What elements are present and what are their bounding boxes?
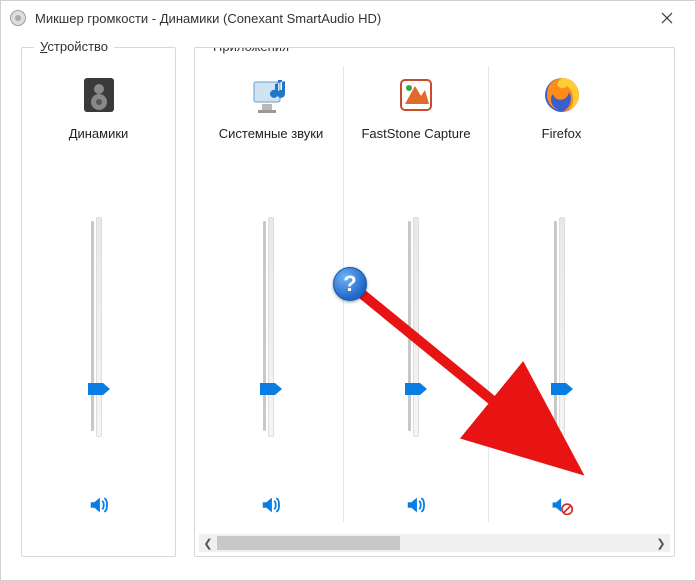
speakers-slider[interactable] (88, 217, 110, 437)
device-group-label: Устройство (34, 39, 114, 54)
scroll-left-arrow[interactable]: ❮ (199, 534, 217, 552)
faststone-mute-button[interactable] (403, 492, 429, 518)
system-sounds-icon[interactable] (250, 74, 292, 116)
firefox-icon[interactable] (541, 74, 583, 116)
device-group: Устройство Динамики (21, 47, 176, 557)
column-faststone: FastStone Capture (344, 66, 489, 522)
titlebar: Микшер громкости - Динамики (Conexant Sm… (1, 1, 695, 35)
firefox-slider[interactable] (551, 217, 573, 437)
column-speakers: Динамики (26, 66, 171, 522)
speakers-icon[interactable] (78, 74, 120, 116)
faststone-slider[interactable] (405, 217, 427, 437)
firefox-mute-button[interactable] (549, 492, 575, 518)
speakers-label[interactable]: Динамики (69, 126, 129, 162)
system-sounds-label[interactable]: Системные звуки (219, 126, 324, 162)
speaker-device-icon (9, 9, 27, 27)
scroll-track[interactable] (217, 534, 652, 552)
window-title: Микшер громкости - Динамики (Conexant Sm… (35, 11, 381, 26)
close-button[interactable] (647, 3, 687, 33)
applications-group: Приложения Системные звуки (194, 47, 675, 557)
content-area: Устройство Динамики (1, 35, 695, 580)
column-system-sounds: Системные звуки (199, 66, 344, 522)
horizontal-scrollbar[interactable]: ❮ ❯ (199, 534, 670, 552)
column-firefox: Firefox (489, 66, 634, 522)
system-sounds-mute-button[interactable] (258, 492, 284, 518)
speakers-mute-button[interactable] (86, 492, 112, 518)
firefox-label[interactable]: Firefox (542, 126, 582, 162)
faststone-label[interactable]: FastStone Capture (361, 126, 470, 162)
volume-mixer-window: Микшер громкости - Динамики (Conexant Sm… (0, 0, 696, 581)
scroll-thumb[interactable] (217, 536, 400, 550)
applications-group-label: Приложения (207, 47, 295, 54)
faststone-icon[interactable] (395, 74, 437, 116)
scroll-right-arrow[interactable]: ❯ (652, 534, 670, 552)
system-sounds-slider[interactable] (260, 217, 282, 437)
